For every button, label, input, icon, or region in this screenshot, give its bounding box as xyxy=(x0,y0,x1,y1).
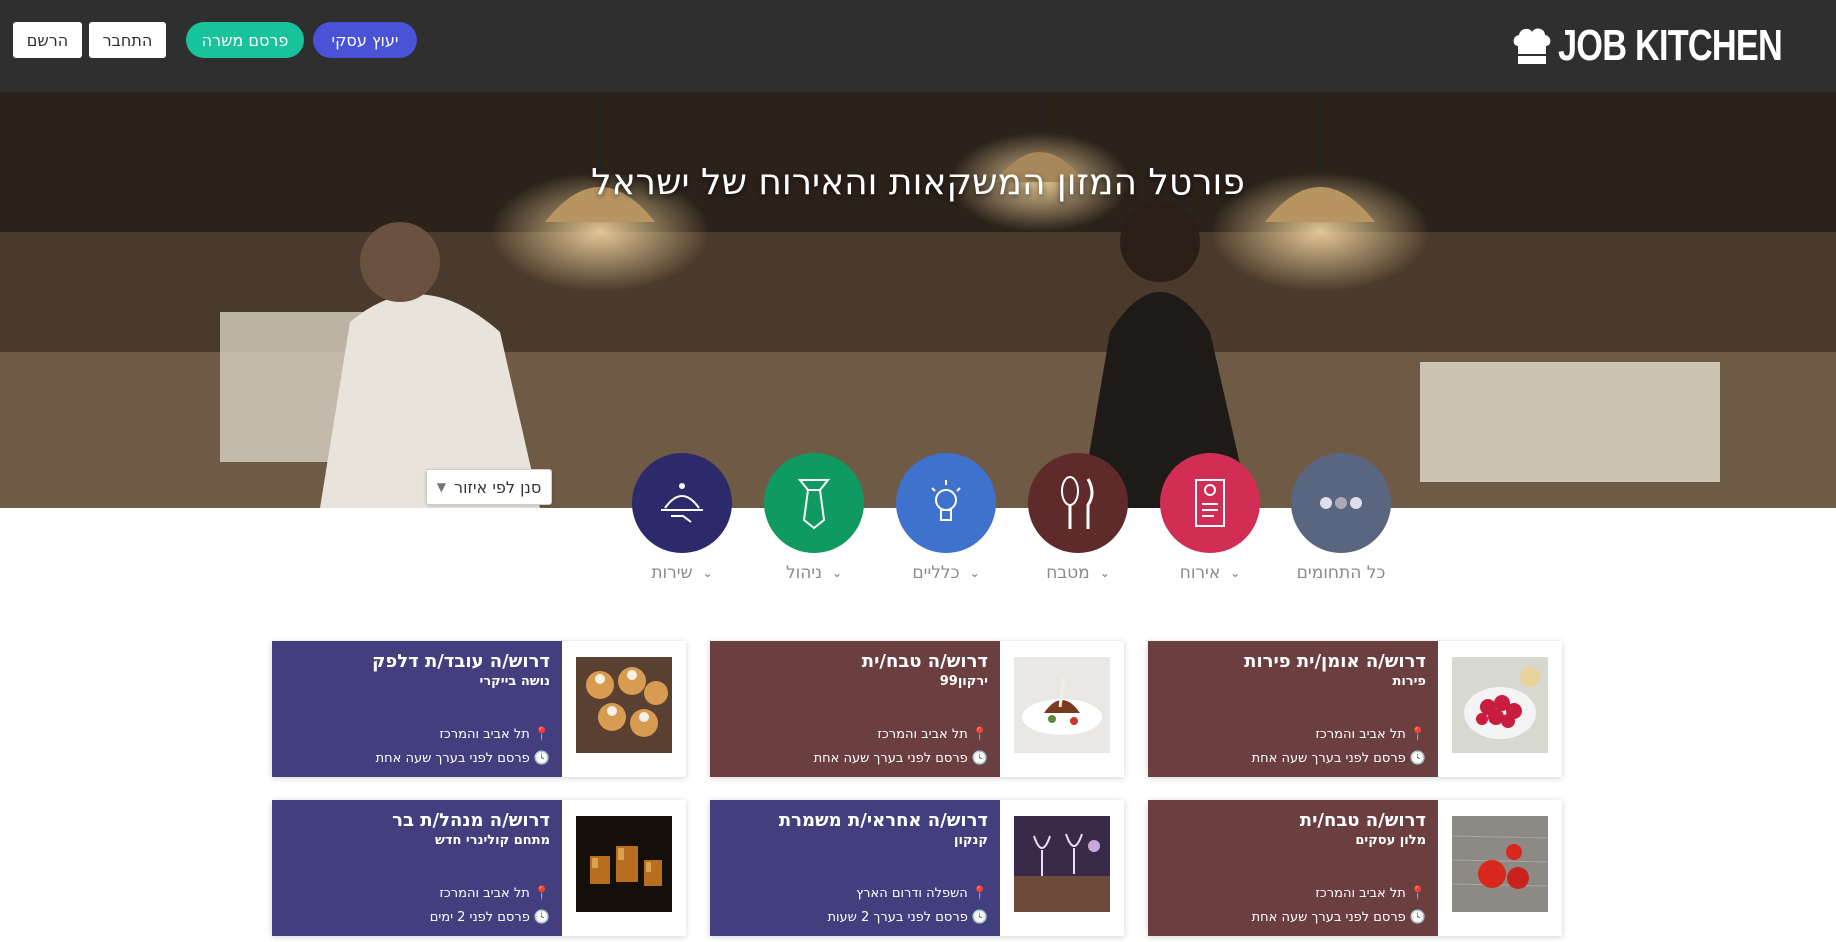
job-posted-time: 🕓 פרסם לפני 2 ימים xyxy=(429,910,550,925)
lightbulb-icon xyxy=(931,480,961,521)
category-circle xyxy=(764,453,864,553)
login-button[interactable]: התחבר xyxy=(89,22,166,58)
clock-icon: 🕓 xyxy=(533,910,550,925)
map-pin-icon: 📍 xyxy=(1409,886,1426,901)
job-posted-time: 🕓 פרסם לפני בערך 2 שעות xyxy=(827,910,988,925)
job-title[interactable]: דרוש/ה עובד/ת דלפק xyxy=(282,651,550,672)
job-company: קנקון xyxy=(954,833,988,848)
category-management[interactable]: ⌄ ניהול xyxy=(764,453,864,583)
job-posted-time: 🕓 פרסם לפני בערך שעה אחת xyxy=(1251,751,1426,766)
map-pin-icon: 📍 xyxy=(533,886,550,901)
door-hanger-icon xyxy=(1195,479,1225,527)
category-label: ניהול xyxy=(785,563,822,583)
chevron-down-icon: ⌄ xyxy=(831,566,843,580)
job-location: 📍 תל אביב והמרכז xyxy=(877,727,988,742)
job-location: 📍 תל אביב והמרכז xyxy=(1315,886,1426,901)
site-logo[interactable]: JOB KITCHEN xyxy=(1510,20,1808,72)
raspberries-image xyxy=(1452,657,1548,753)
map-pin-icon: 📍 xyxy=(971,886,988,901)
register-button[interactable]: הרשם xyxy=(13,22,82,58)
category-circle xyxy=(1028,453,1128,553)
clock-icon: 🕓 xyxy=(1409,751,1426,766)
job-card-body: דרוש/ה אחראי/ת משמרת קנקון 📍 השפלה ודרום … xyxy=(710,800,1000,936)
job-company: מלון עסקים xyxy=(1355,833,1426,848)
job-card-body: דרוש/ה מנהל/ת בר מתחם קולינרי חדש 📍 תל אב… xyxy=(272,800,562,936)
chef-hat-icon xyxy=(1513,28,1551,64)
category-hospitality[interactable]: ⌄ אירוח xyxy=(1160,453,1260,583)
map-pin-icon: 📍 xyxy=(971,727,988,742)
job-card[interactable]: דרוש/ה עובד/ת דלפק נושה בייקרי 📍 תל אביב … xyxy=(272,641,686,777)
job-company: ירקון99 xyxy=(939,674,988,689)
job-card[interactable]: דרוש/ה טבח/ית מלון עסקים 📍 תל אביב והמרכז… xyxy=(1148,800,1562,936)
category-all[interactable]: כל התחומים xyxy=(1291,453,1391,583)
job-company: פירות xyxy=(1392,674,1426,689)
chevron-down-icon: ⌄ xyxy=(1230,566,1241,580)
hero-banner: פורטל המזון המשקאות והאירוח של ישראל xyxy=(0,92,1836,508)
category-service[interactable]: ⌄ שירות xyxy=(632,453,732,583)
job-title[interactable]: דרוש/ה אומן/ית פירות xyxy=(1158,651,1426,672)
category-label: מטבח xyxy=(1046,563,1090,583)
category-label: כל התחומים xyxy=(1296,563,1386,583)
cocktails-image xyxy=(576,816,672,912)
job-card-body: דרוש/ה טבח/ית ירקון99 📍 תל אביב והמרכז 🕓 פ… xyxy=(710,641,1000,777)
tie-icon xyxy=(797,479,831,530)
job-company: מתחם קולינרי חדש xyxy=(434,833,550,848)
post-job-button[interactable]: פרסם משרה xyxy=(186,22,304,58)
category-circle xyxy=(1160,453,1260,553)
category-general[interactable]: ⌄ כלליים xyxy=(896,453,996,583)
hero-title: פורטל המזון המשקאות והאירוח של ישראל xyxy=(591,162,1245,203)
category-circle xyxy=(632,453,732,553)
logo-text: JOB KITCHEN xyxy=(1558,21,1783,70)
job-location: 📍 תל אביב והמרכז xyxy=(439,727,550,742)
category-label: שירות xyxy=(651,563,693,583)
tomatoes-image xyxy=(1452,816,1548,912)
map-pin-icon: 📍 xyxy=(533,727,550,742)
map-pin-icon: 📍 xyxy=(1409,727,1426,742)
job-card[interactable]: דרוש/ה טבח/ית ירקון99 📍 תל אביב והמרכז 🕓 פ… xyxy=(710,641,1124,777)
job-title[interactable]: דרוש/ה אחראי/ת משמרת xyxy=(720,810,988,831)
category-kitchen[interactable]: ⌄ מטבח xyxy=(1028,453,1128,583)
job-card-body: דרוש/ה טבח/ית מלון עסקים 📍 תל אביב והמרכז… xyxy=(1148,800,1438,936)
clock-icon: 🕓 xyxy=(971,751,988,766)
job-card-body: דרוש/ה עובד/ת דלפק נושה בייקרי 📍 תל אביב … xyxy=(272,641,562,777)
clock-icon: 🕓 xyxy=(533,751,550,766)
category-circle xyxy=(896,453,996,553)
job-location: 📍 תל אביב והמרכז xyxy=(1315,727,1426,742)
job-company: נושה בייקרי xyxy=(479,674,550,689)
category-circle xyxy=(1291,453,1391,553)
region-filter-label: סנן לפי איזור xyxy=(454,477,542,497)
site-header: JOB KITCHEN יעוץ עסקי פרסם משרה התחבר הר… xyxy=(0,0,1836,92)
category-label: אירוח xyxy=(1179,563,1221,583)
kitchen-background-image xyxy=(0,92,1836,508)
job-title[interactable]: דרוש/ה מנהל/ת בר xyxy=(282,810,550,831)
category-label: כלליים xyxy=(912,563,960,583)
job-posted-time: 🕓 פרסם לפני בערך שעה אחת xyxy=(375,751,550,766)
job-location: 📍 תל אביב והמרכז xyxy=(439,886,550,901)
job-title[interactable]: דרוש/ה טבח/ית xyxy=(720,651,988,672)
region-filter-dropdown[interactable]: סנן לפי איזור ▼ xyxy=(426,469,552,505)
job-location: 📍 השפלה ודרום הארץ xyxy=(856,886,988,901)
dots-icon xyxy=(1320,497,1362,509)
chevron-down-icon: ⌄ xyxy=(702,566,713,580)
serving-tray-icon xyxy=(661,483,703,523)
clock-icon: 🕓 xyxy=(971,910,988,925)
plated-dish-image xyxy=(1014,657,1110,753)
chevron-down-icon: ⌄ xyxy=(969,566,980,580)
chevron-down-icon: ▼ xyxy=(436,480,447,494)
job-card[interactable]: דרוש/ה אומן/ית פירות פירות 📍 תל אביב והמר… xyxy=(1148,641,1562,777)
job-card[interactable]: דרוש/ה מנהל/ת בר מתחם קולינרי חדש 📍 תל אב… xyxy=(272,800,686,936)
job-card-body: דרוש/ה אומן/ית פירות פירות 📍 תל אביב והמר… xyxy=(1148,641,1438,777)
job-card[interactable]: דרוש/ה אחראי/ת משמרת קנקון 📍 השפלה ודרום … xyxy=(710,800,1124,936)
business-advisory-button[interactable]: יעוץ עסקי xyxy=(313,22,417,58)
whisk-knife-icon xyxy=(1061,476,1094,529)
clock-icon: 🕓 xyxy=(1409,910,1426,925)
job-posted-time: 🕓 פרסם לפני בערך שעה אחת xyxy=(813,751,988,766)
pastries-image xyxy=(576,657,672,753)
job-title[interactable]: דרוש/ה טבח/ית xyxy=(1158,810,1426,831)
chevron-down-icon: ⌄ xyxy=(1099,566,1110,580)
wine-glasses-image xyxy=(1014,816,1110,912)
job-posted-time: 🕓 פרסם לפני בערך שעה אחת xyxy=(1251,910,1426,925)
